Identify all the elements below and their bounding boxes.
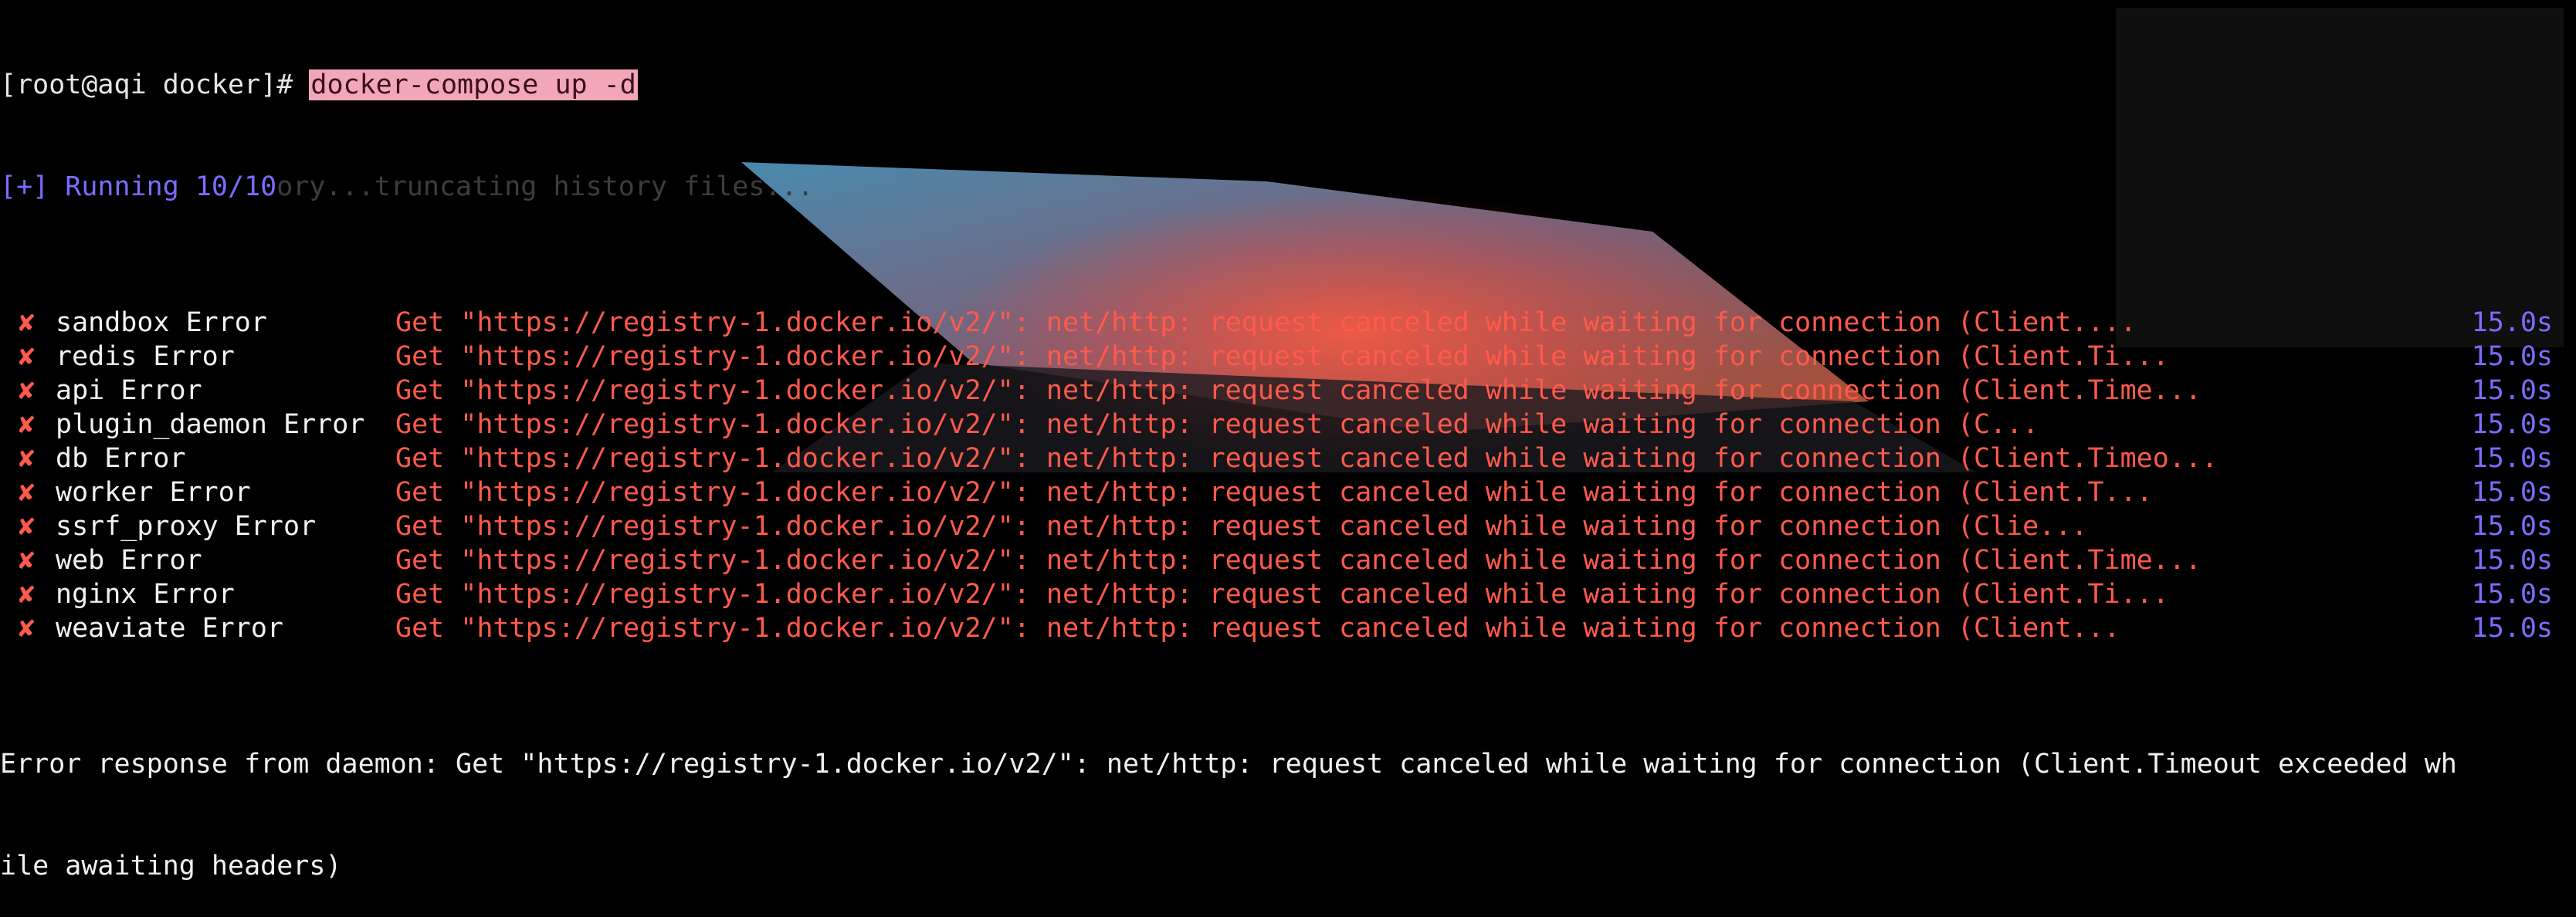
service-error-message: Get "https://registry-1.docker.io/v2/": … <box>395 477 2153 508</box>
service-name: ssrf_proxy Error <box>56 511 317 542</box>
service-error-message: Get "https://registry-1.docker.io/v2/": … <box>395 443 2218 474</box>
service-error-message: Get "https://registry-1.docker.io/v2/": … <box>395 341 2169 372</box>
service-row: ✘ api Error Get "https://registry-1.docker… <box>0 374 2576 408</box>
service-duration: 15.0s <box>2471 443 2553 474</box>
x-mark-icon: ✘ <box>19 409 36 440</box>
x-mark-icon: ✘ <box>19 579 36 610</box>
service-row: ✘ ssrf_proxy Error Get "https://registry-1… <box>0 509 2576 543</box>
service-row: ✘ worker Error Get "https://registry-1.doc… <box>0 475 2576 509</box>
service-duration: 15.0s <box>2471 341 2553 372</box>
command-text: docker-compose up -d <box>309 69 638 100</box>
service-name: worker Error <box>56 477 251 508</box>
service-name: plugin_daemon Error <box>56 409 365 440</box>
service-name: weaviate Error <box>56 613 284 644</box>
ghost-text: ory...truncating history files... <box>276 171 814 202</box>
service-error-message: Get "https://registry-1.docker.io/v2/": … <box>395 307 2137 338</box>
service-name: api Error <box>56 375 202 406</box>
service-error-message: Get "https://registry-1.docker.io/v2/": … <box>395 409 2039 440</box>
service-row: ✘ sandbox Error Get "https://registry-1.do… <box>0 306 2576 340</box>
service-list: ✘ sandbox Error Get "https://registry-1.do… <box>0 306 2576 645</box>
x-mark-icon: ✘ <box>19 511 36 542</box>
service-duration: 15.0s <box>2471 477 2553 508</box>
service-name: db Error <box>56 443 186 474</box>
service-duration: 15.0s <box>2471 511 2553 542</box>
service-duration: 15.0s <box>2471 613 2553 644</box>
service-name: web Error <box>56 545 202 576</box>
x-mark-icon: ✘ <box>19 477 36 508</box>
x-mark-icon: ✘ <box>19 341 36 372</box>
service-error-message: Get "https://registry-1.docker.io/v2/": … <box>395 511 2088 542</box>
x-mark-icon: ✘ <box>19 613 36 644</box>
shell-prompt: [root@aqi docker]# <box>0 69 310 100</box>
service-error-message: Get "https://registry-1.docker.io/v2/": … <box>395 545 2201 576</box>
error-line-1: Error response from daemon: Get "https:/… <box>0 749 2457 780</box>
service-duration: 15.0s <box>2471 375 2553 406</box>
service-row: ✘ weaviate Error Get "https://registry-1.d… <box>0 611 2576 645</box>
x-mark-icon: ✘ <box>19 375 36 406</box>
service-row: ✘ web Error Get "https://registry-1.docker… <box>0 543 2576 577</box>
running-status-line: [+] Running 10/10ory...truncating histor… <box>0 170 2576 204</box>
x-mark-icon: ✘ <box>19 443 36 474</box>
service-row: ✘ db Error Get "https://registry-1.docker.… <box>0 442 2576 475</box>
error-line-2: ile awaiting headers) <box>0 851 342 881</box>
service-error-message: Get "https://registry-1.docker.io/v2/": … <box>395 579 2169 610</box>
prompt-line: [root@aqi docker]# docker-compose up -d <box>0 68 2576 102</box>
service-row: ✘ redis Error Get "https://registry-1.dock… <box>0 340 2576 374</box>
service-row: ✘ nginx Error Get "https://registry-1.dock… <box>0 577 2576 611</box>
service-name: redis Error <box>56 341 235 372</box>
x-mark-icon: ✘ <box>19 307 36 338</box>
service-duration: 15.0s <box>2471 579 2553 610</box>
service-name: sandbox Error <box>56 307 267 338</box>
service-duration: 15.0s <box>2471 545 2553 576</box>
x-mark-icon: ✘ <box>19 545 36 576</box>
service-name: nginx Error <box>56 579 235 610</box>
service-error-message: Get "https://registry-1.docker.io/v2/": … <box>395 375 2201 406</box>
service-duration: 15.0s <box>2471 409 2553 440</box>
service-duration: 15.0s <box>2471 307 2553 338</box>
terminal-output: [root@aqi docker]# docker-compose up -d … <box>0 0 2576 881</box>
running-status: [+] Running 10/10 <box>0 171 277 202</box>
service-row: ✘ plugin_daemon Error Get "https://registr… <box>0 408 2576 442</box>
service-error-message: Get "https://registry-1.docker.io/v2/": … <box>395 613 2120 644</box>
